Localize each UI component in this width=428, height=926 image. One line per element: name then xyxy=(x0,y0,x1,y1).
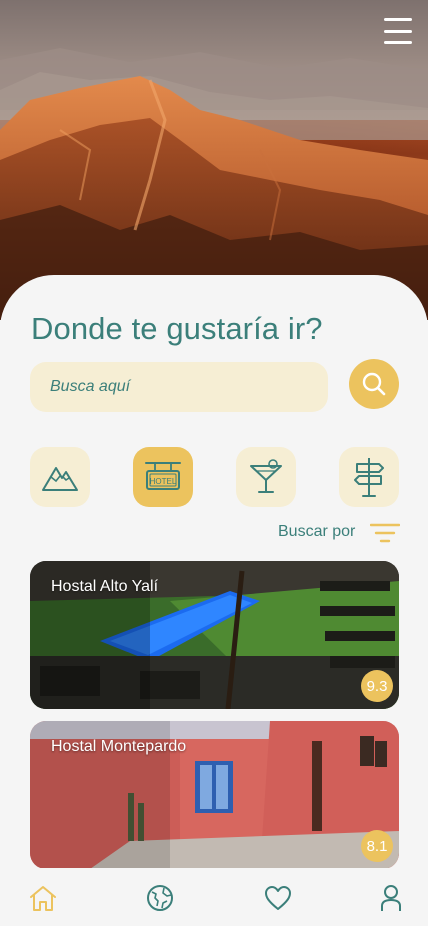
category-hotel-button[interactable]: HOTEL xyxy=(133,447,193,507)
desert-canyon-illustration xyxy=(0,0,428,320)
search-icon xyxy=(362,372,386,396)
menu-line-top xyxy=(384,18,412,21)
rating-badge: 9.3 xyxy=(361,670,393,702)
listing-card[interactable]: Hostal Alto Yalí 9.3 xyxy=(30,561,399,709)
listing-name: Hostal Alto Yalí xyxy=(51,578,159,595)
search-input[interactable] xyxy=(30,362,328,412)
cocktail-icon xyxy=(250,459,282,493)
listing-card[interactable]: Hostal Montepardo 8.1 xyxy=(30,721,399,869)
category-mountains-button[interactable] xyxy=(30,447,90,507)
filter-label[interactable]: Buscar por xyxy=(278,523,355,541)
rating-badge: 8.1 xyxy=(361,830,393,862)
nav-favorites-button[interactable] xyxy=(258,878,298,918)
globe-icon xyxy=(147,885,173,911)
category-tours-button[interactable] xyxy=(339,447,399,507)
user-icon xyxy=(381,885,401,911)
hero-landscape-image xyxy=(0,0,428,320)
nav-explore-button[interactable] xyxy=(140,878,180,918)
hamburger-menu-icon[interactable] xyxy=(384,18,412,44)
nav-profile-button[interactable] xyxy=(371,878,411,918)
menu-line-bottom xyxy=(384,41,412,44)
page-title: Donde te gustaría ir? xyxy=(31,311,323,346)
heart-icon xyxy=(265,886,291,910)
signpost-icon xyxy=(354,458,384,497)
listing-name: Hostal Montepardo xyxy=(51,738,187,755)
filter-lines-icon[interactable] xyxy=(370,522,400,544)
home-icon xyxy=(30,886,56,911)
search-button[interactable] xyxy=(349,359,399,409)
category-bars-button[interactable] xyxy=(236,447,296,507)
menu-line-middle xyxy=(384,29,412,33)
nav-home-button[interactable] xyxy=(23,878,63,918)
hotel-sign-icon: HOTEL xyxy=(145,462,181,490)
hotel-sign-label: HOTEL xyxy=(150,477,177,486)
mountain-icon xyxy=(42,467,78,491)
bottom-navigation xyxy=(0,868,428,926)
